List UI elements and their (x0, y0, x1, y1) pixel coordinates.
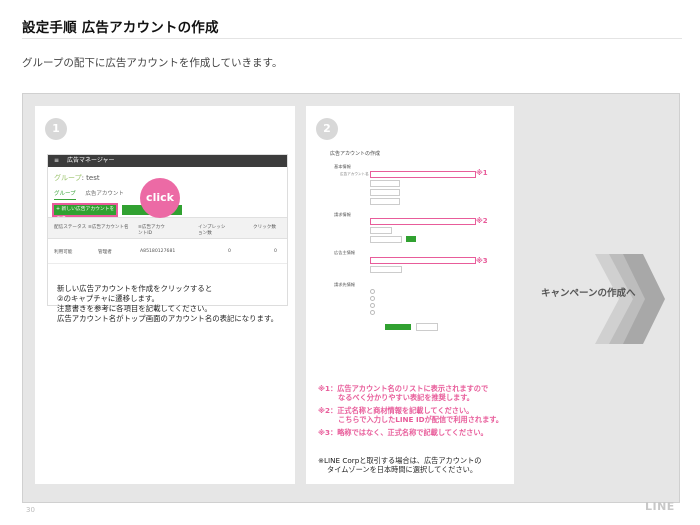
radio-option[interactable] (370, 289, 375, 294)
step1-number: 1 (45, 118, 67, 140)
note-mark-1: ※1 (476, 169, 488, 177)
next-step-chevron-icon (595, 254, 665, 344)
ad-account-table: 配信ステータス ≡広告アカウント名 ≡広告アカウントID インプレッション数 ク… (48, 217, 287, 264)
ad-account-name-input[interactable] (370, 171, 476, 178)
section-billing-info: 請求情報 (334, 212, 351, 217)
page-subtitle: グループの配下に広告アカウントを作成していきます。 (22, 57, 283, 69)
radio-option[interactable] (370, 310, 375, 315)
header-status: 配信ステータス (54, 225, 87, 230)
menu-icon[interactable]: ≡ (54, 157, 59, 164)
steps-stage: 1 ≡ 広告マネージャー グループ: test グループ 広告アカウント + 新… (22, 93, 680, 503)
field-label: 広告アカウント名 (340, 172, 369, 176)
cancel-button[interactable] (416, 323, 438, 331)
row-name[interactable]: 管理者 (98, 249, 112, 255)
desc-line: 新しい広告アカウントを作成をクリックすると (57, 284, 213, 293)
step2-panel: 2 広告アカウントの作成 基本情報 広告アカウント名 ※1 請求情報 ※2 広告… (306, 106, 514, 484)
field-notes: ※1：広告アカウント名のリストに表示されますので なるべく分かりやすい表記を推奨… (318, 384, 503, 437)
note-3: ※3：略称ではなく、正式名称で記載してください。 (318, 428, 488, 437)
step2-number: 2 (316, 118, 338, 140)
note-mark-2: ※2 (476, 217, 488, 225)
line-id-check-button[interactable] (406, 236, 416, 242)
radio-option[interactable] (370, 303, 375, 308)
table-row[interactable]: 利用可能 管理者 A85180127681 0 0 (48, 239, 287, 264)
footer-line: ※LINE Corpと取引する場合は、広告アカウントの (318, 456, 482, 465)
note-2: ※2：正式名称と商材情報を記載してください。 (318, 406, 474, 415)
select-field[interactable] (370, 198, 400, 205)
timezone-note: ※LINE Corpと取引する場合は、広告アカウントの タイムゾーンを日本時間に… (318, 456, 481, 474)
row-id: A85180127681 (140, 249, 176, 254)
note-1: ※1：広告アカウント名のリストに表示されますので (318, 384, 489, 393)
step1-panel: 1 ≡ 広告マネージャー グループ: test グループ 広告アカウント + 新… (35, 106, 295, 484)
advertiser-url-input[interactable] (370, 266, 402, 273)
next-step-label: キャンペーンの作成へ (541, 288, 636, 299)
group-label: グループ (54, 174, 82, 182)
header-id[interactable]: ≡広告アカウントID (138, 224, 168, 236)
note-1-cont: なるべく分かりやすい表記を推奨します。 (338, 393, 474, 402)
header-clicks: クリック数 (253, 225, 276, 230)
header-name[interactable]: ≡広告アカウント名 (88, 224, 129, 230)
line-id-input[interactable] (370, 236, 402, 243)
title-divider (22, 38, 682, 39)
select-field[interactable] (370, 189, 400, 196)
app-header-bar: ≡ 広告マネージャー (48, 155, 287, 167)
desc-line: 広告アカウント名がトップ画面のアカウント名の表記になります。 (57, 314, 278, 323)
row-status: 利用可能 (54, 250, 73, 255)
line-logo: LINE (645, 500, 675, 513)
header-impressions: インプレッション数 (198, 225, 226, 236)
section-basic-info: 基本情報 (334, 164, 351, 169)
footer-line: タイムゾーンを日本時間に選択してください。 (327, 465, 478, 474)
line-id-input[interactable] (370, 227, 392, 234)
advertiser-name-input[interactable] (370, 257, 476, 264)
add-ad-account-button[interactable]: + 新しい広告アカウントを作成 (54, 205, 116, 222)
table-header: 配信ステータス ≡広告アカウント名 ≡広告アカウントID インプレッション数 ク… (48, 217, 287, 239)
app-title: 広告マネージャー (66, 157, 115, 164)
section-invoice-info: 請求先情報 (334, 282, 355, 287)
create-ad-account-form-screenshot: 広告アカウントの作成 基本情報 広告アカウント名 ※1 請求情報 ※2 広告主情… (330, 150, 500, 340)
row-clicks: 0 (274, 249, 277, 254)
tab-group[interactable]: グループ (54, 189, 76, 200)
click-callout-badge: click (140, 178, 180, 218)
page-title: 設定手順 広告アカウントの作成 (22, 20, 219, 36)
section-advertiser-info: 広告主情報 (334, 250, 355, 255)
radio-option[interactable] (370, 296, 375, 301)
note-mark-3: ※3 (476, 257, 488, 265)
desc-line: ②のキャプチャに遷移します。 (57, 294, 159, 303)
save-button[interactable] (385, 324, 411, 330)
desc-line: 注意書きを参考に各項目を記載してください。 (57, 304, 212, 313)
step1-description: 新しい広告アカウントを作成をクリックすると ②のキャプチャに遷移します。 注意書… (57, 284, 278, 324)
note-2-cont: こちらで入力したLINE IDが配信で利用されます。 (338, 415, 503, 424)
select-field[interactable] (370, 180, 400, 187)
tab-ad-account[interactable]: 広告アカウント (85, 189, 124, 199)
official-name-input[interactable] (370, 218, 476, 225)
group-name: : test (81, 174, 100, 182)
page-number: 30 (26, 506, 35, 514)
form-title: 広告アカウントの作成 (330, 151, 381, 157)
row-impressions: 0 (228, 249, 231, 254)
